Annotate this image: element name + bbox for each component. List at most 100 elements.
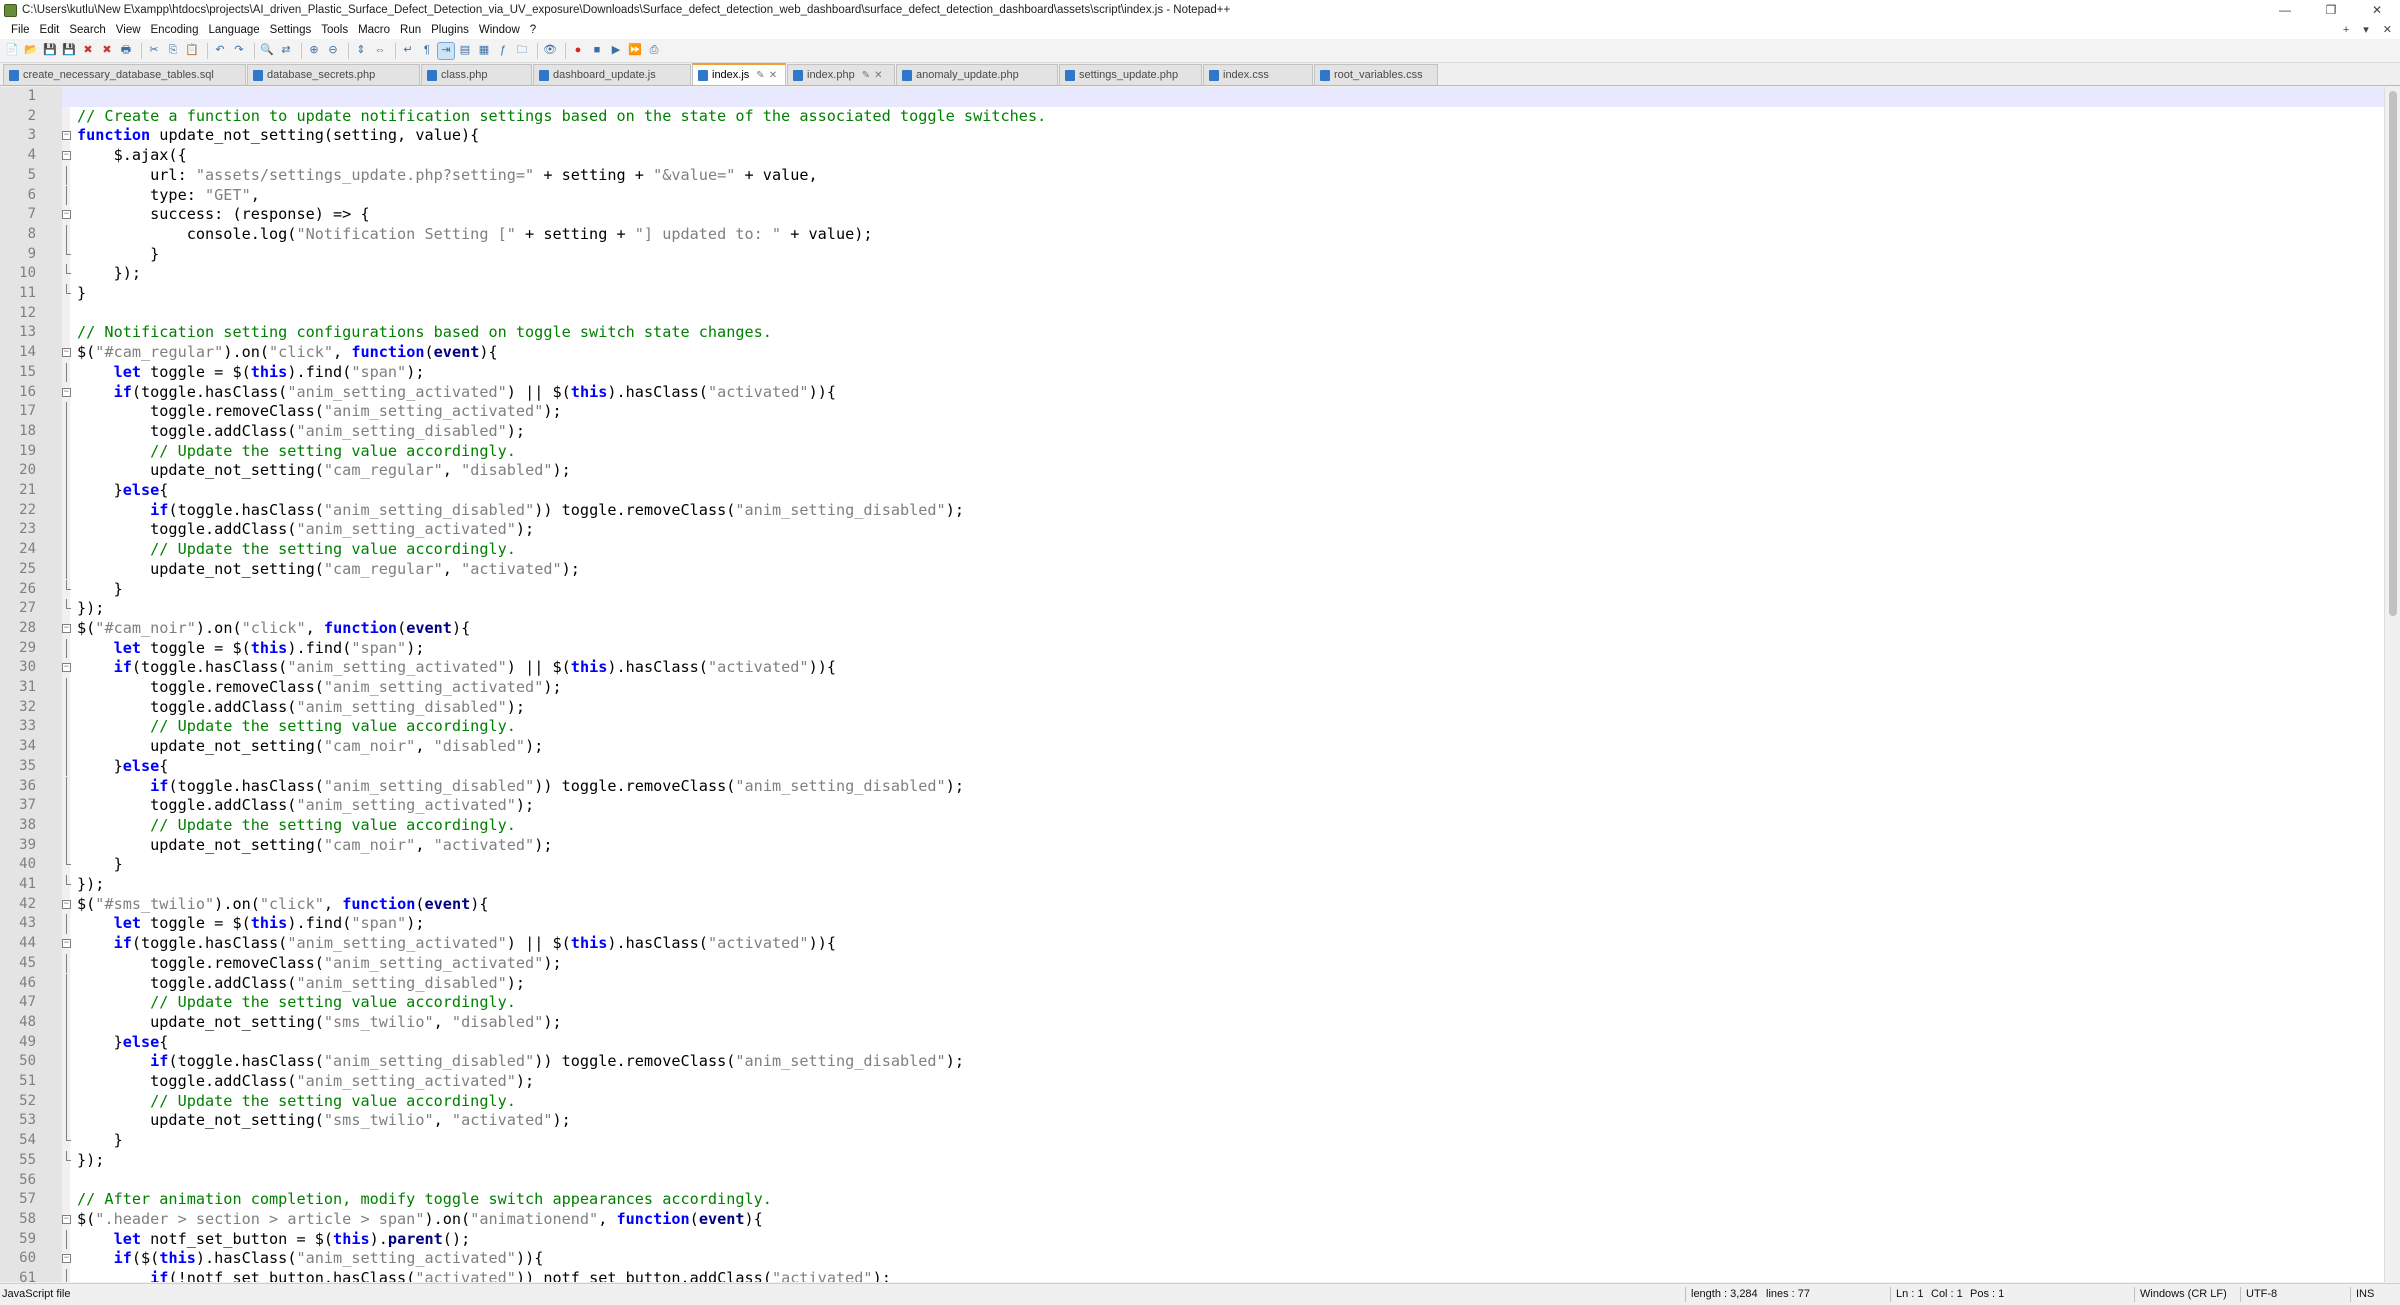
paste-icon[interactable]: 📋	[184, 43, 200, 59]
code-line[interactable]: 37 toggle.addClass("anim_setting_activat…	[19, 796, 2384, 816]
code-line[interactable]: 35 }else{	[19, 756, 2384, 777]
menu-view[interactable]: View	[111, 24, 146, 36]
tab-database-secrets-php[interactable]: database_secrets.php	[247, 64, 420, 85]
sync-vertical-icon[interactable]: ⇕	[353, 43, 369, 59]
fold-toggle-icon[interactable]: −	[62, 899, 71, 909]
redo-icon[interactable]: ↷	[231, 43, 247, 59]
code-line[interactable]: 51 toggle.addClass("anim_setting_activat…	[19, 1072, 2384, 1092]
replace-icon[interactable]: ⇄	[278, 43, 294, 59]
undo-icon[interactable]: ↶	[212, 43, 228, 59]
sync-horizontal-icon[interactable]: ⇔	[372, 43, 388, 59]
cut-icon[interactable]: ✂	[146, 43, 162, 59]
status-insert-mode[interactable]: INS	[2356, 1284, 2374, 1305]
code-line[interactable]: 40 }	[19, 855, 2384, 875]
menu-macro[interactable]: Macro	[353, 24, 395, 36]
print-icon[interactable]: 🖶	[118, 43, 134, 59]
code-line[interactable]: 17 toggle.removeClass("anim_setting_acti…	[19, 402, 2384, 422]
code-line[interactable]: 18 toggle.addClass("anim_setting_disable…	[19, 421, 2384, 442]
menu-run[interactable]: Run	[395, 24, 426, 36]
code-line[interactable]: 1	[28, 87, 2384, 107]
code-line[interactable]: 4 − $.ajax({	[28, 146, 2384, 166]
code-line[interactable]: 47 // Update the setting value according…	[19, 993, 2384, 1013]
save-macro-icon[interactable]: ⎙	[646, 43, 662, 59]
menu-file[interactable]: File	[6, 24, 35, 36]
code-line[interactable]: 56	[19, 1171, 2384, 1191]
code-line[interactable]: 61 if(!notf_set_button.hasClass("activat…	[19, 1269, 2384, 1282]
code-line[interactable]: 38 // Update the setting value according…	[19, 815, 2384, 836]
code-line[interactable]: 44 − if(toggle.hasClass("anim_setting_act…	[19, 934, 2384, 954]
scrollbar-thumb[interactable]	[2389, 91, 2397, 616]
code-line[interactable]: 46 toggle.addClass("anim_setting_disable…	[19, 973, 2384, 994]
fold-toggle-icon[interactable]: −	[62, 623, 71, 633]
code-line[interactable]: 25 update_not_setting("cam_regular", "ac…	[19, 559, 2384, 580]
code-line[interactable]: 10 });	[19, 264, 2384, 284]
function-list-icon[interactable]: ƒ	[495, 43, 511, 59]
menu-help[interactable]: ?	[525, 24, 541, 36]
menu-language[interactable]: Language	[203, 24, 264, 36]
define-language-icon[interactable]: ▤	[457, 43, 473, 59]
maximize-button[interactable]: ❐	[2308, 0, 2354, 20]
code-line[interactable]: 23 toggle.addClass("anim_setting_activat…	[19, 520, 2384, 541]
code-line[interactable]: 24 // Update the setting value according…	[19, 540, 2384, 560]
code-line[interactable]: 5 url: "assets/settings_update.php?setti…	[28, 165, 2384, 186]
tab-index-css[interactable]: index.css	[1203, 64, 1313, 85]
menu-settings[interactable]: Settings	[265, 24, 317, 36]
find-icon[interactable]: 🔍	[259, 43, 275, 59]
code-line[interactable]: 55});	[19, 1150, 2384, 1171]
code-line[interactable]: 12	[19, 304, 2384, 324]
tab-create-necessary-database-tables-sql[interactable]: create_necessary_database_tables.sql	[3, 64, 246, 85]
code-line[interactable]: 22 if(toggle.hasClass("anim_setting_disa…	[19, 500, 2384, 521]
copy-icon[interactable]: ⎘	[165, 43, 181, 59]
stop-macro-icon[interactable]: ■	[589, 43, 605, 59]
code-line[interactable]: 32 toggle.addClass("anim_setting_disable…	[19, 697, 2384, 718]
fold-toggle-icon[interactable]: −	[62, 1254, 71, 1264]
record-macro-icon[interactable]: ●	[570, 43, 586, 59]
code-line[interactable]: 49 }else{	[19, 1032, 2384, 1053]
indent-guide-icon[interactable]: ⇥	[437, 41, 455, 60]
word-wrap-icon[interactable]: ↵	[400, 43, 416, 59]
close-icon[interactable]: ✖	[80, 43, 96, 59]
code-line[interactable]: 8 console.log("Notification Setting [" +…	[28, 224, 2384, 245]
code-line[interactable]: 21 }else{	[19, 481, 2384, 501]
close-tab-icon[interactable]: ✕	[874, 70, 882, 81]
fold-toggle-icon[interactable]: −	[62, 131, 71, 141]
close-tab-icon[interactable]: ✕	[769, 70, 777, 81]
close-window-button[interactable]: ✕	[2354, 0, 2400, 20]
fold-toggle-icon[interactable]: −	[62, 1214, 71, 1224]
pin-tab-icon[interactable]: ✎	[756, 70, 764, 81]
tab-settings-update-php[interactable]: settings_update.php	[1059, 64, 1202, 85]
menu-window[interactable]: Window	[474, 24, 525, 36]
code-line[interactable]: 48 update_not_setting("sms_twilio", "dis…	[19, 1012, 2384, 1033]
code-line[interactable]: 31 toggle.removeClass("anim_setting_acti…	[19, 678, 2384, 698]
code-line[interactable]: 45 toggle.removeClass("anim_setting_acti…	[19, 953, 2384, 974]
play-macro-icon[interactable]: ▶	[608, 43, 624, 59]
tab-list-icon[interactable]: ▾	[2363, 23, 2369, 36]
code-line[interactable]: 33 // Update the setting value according…	[19, 717, 2384, 738]
open-file-icon[interactable]: 📂	[23, 43, 39, 59]
code-line[interactable]: 54 }	[19, 1131, 2384, 1151]
menu-encoding[interactable]: Encoding	[146, 24, 204, 36]
status-eol[interactable]: Windows (CR LF)	[2140, 1284, 2227, 1305]
menu-search[interactable]: Search	[64, 24, 110, 36]
code-line[interactable]: 42 − $("#sms_twilio").on("click", function…	[19, 895, 2384, 915]
code-line[interactable]: 41});	[19, 875, 2384, 895]
code-line[interactable]: 58 − $(".header > section > article > span…	[19, 1210, 2384, 1230]
code-line[interactable]: 52 // Update the setting value according…	[19, 1091, 2384, 1112]
code-editor[interactable]: 1 2// Create a function to update notific…	[0, 87, 2400, 1282]
zoom-in-icon[interactable]: ⊕	[306, 43, 322, 59]
code-line[interactable]: 3 − function update_not_setting(setting, v…	[28, 126, 2384, 146]
code-line[interactable]: 50 if(toggle.hasClass("anim_setting_disa…	[19, 1052, 2384, 1072]
tab-index-js[interactable]: index.js ✎ ✕	[692, 63, 786, 85]
code-line[interactable]: 57 // After animation completion, modify …	[19, 1190, 2384, 1210]
code-area[interactable]: 1 2// Create a function to update notific…	[19, 87, 2384, 1282]
code-line[interactable]: 53 update_not_setting("sms_twilio", "act…	[19, 1111, 2384, 1132]
run-macro-multiple-icon[interactable]: ⏩	[627, 43, 643, 59]
code-line[interactable]: 27});	[19, 599, 2384, 619]
zoom-out-icon[interactable]: ⊖	[325, 43, 341, 59]
tab-index-php[interactable]: index.php ✎ ✕	[787, 64, 895, 85]
new-file-icon[interactable]: 📄	[4, 43, 20, 59]
code-line[interactable]: 60 − if($(this).hasClass("anim_setting_ac…	[19, 1249, 2384, 1269]
tab-anomaly-update-php[interactable]: anomaly_update.php	[896, 64, 1058, 85]
save-all-icon[interactable]: 💾	[61, 43, 77, 59]
pin-tab-icon[interactable]: ✎	[862, 70, 870, 81]
